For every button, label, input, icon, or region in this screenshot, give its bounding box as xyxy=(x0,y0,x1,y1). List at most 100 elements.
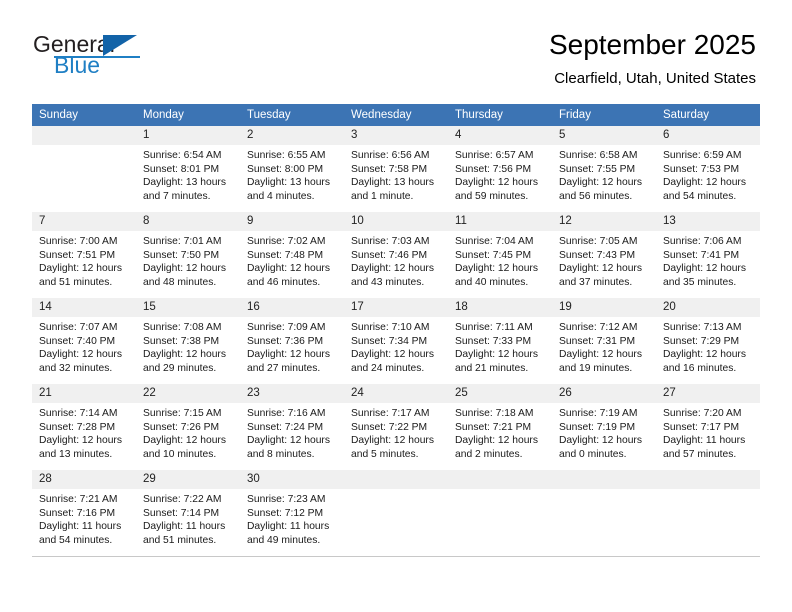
day-details: Sunrise: 6:59 AM Sunset: 7:53 PM Daylight:… xyxy=(656,145,760,203)
day-number: 13 xyxy=(656,212,760,231)
sunrise-text: Sunrise: 6:57 AM xyxy=(455,150,534,161)
day-cell[interactable]: 12 Sunrise: 7:05 AM Sunset: 7:43 PM Dayligh… xyxy=(552,212,656,298)
day-details xyxy=(32,145,136,149)
day-details: Sunrise: 7:08 AM Sunset: 7:38 PM Daylight:… xyxy=(136,317,240,375)
day-cell[interactable]: 29 Sunrise: 7:22 AM Sunset: 7:14 PM Dayligh… xyxy=(136,470,240,556)
week-row: 28 Sunrise: 7:21 AM Sunset: 7:16 PM Dayligh… xyxy=(32,470,760,556)
day-number: 14 xyxy=(32,298,136,317)
day-details xyxy=(552,489,656,493)
sunrise-text: Sunrise: 7:06 AM xyxy=(663,236,742,247)
daylight-text-line1: Daylight: 13 hours xyxy=(143,177,226,189)
day-cell[interactable]: 21 Sunrise: 7:14 AM Sunset: 7:28 PM Dayligh… xyxy=(32,384,136,470)
day-details: Sunrise: 7:21 AM Sunset: 7:16 PM Daylight:… xyxy=(32,489,136,547)
daylight-text-line1: Daylight: 12 hours xyxy=(247,435,330,447)
daylight-text-line1: Daylight: 12 hours xyxy=(143,349,226,361)
day-number: 11 xyxy=(448,212,552,231)
day-cell[interactable]: 23 Sunrise: 7:16 AM Sunset: 7:24 PM Dayligh… xyxy=(240,384,344,470)
day-cell[interactable]: 4 Sunrise: 6:57 AM Sunset: 7:56 PM Daylight… xyxy=(448,126,552,212)
day-cell[interactable] xyxy=(344,470,448,556)
day-cell[interactable] xyxy=(448,470,552,556)
day-number: 9 xyxy=(240,212,344,231)
day-cell[interactable]: 24 Sunrise: 7:17 AM Sunset: 7:22 PM Dayligh… xyxy=(344,384,448,470)
day-cell[interactable]: 19 Sunrise: 7:12 AM Sunset: 7:31 PM Dayligh… xyxy=(552,298,656,384)
day-cell[interactable]: 17 Sunrise: 7:10 AM Sunset: 7:34 PM Dayligh… xyxy=(344,298,448,384)
day-cell[interactable]: 2 Sunrise: 6:55 AM Sunset: 8:00 PM Daylight… xyxy=(240,126,344,212)
day-number: 3 xyxy=(344,126,448,145)
day-number: 17 xyxy=(344,298,448,317)
day-cell[interactable]: 15 Sunrise: 7:08 AM Sunset: 7:38 PM Dayligh… xyxy=(136,298,240,384)
title-block: September 2025 Clearfield, Utah, United … xyxy=(549,28,756,89)
sunrise-text: Sunrise: 7:10 AM xyxy=(351,322,430,333)
day-details: Sunrise: 7:07 AM Sunset: 7:40 PM Daylight:… xyxy=(32,317,136,375)
day-cell[interactable]: 3 Sunrise: 6:56 AM Sunset: 7:58 PM Daylight… xyxy=(344,126,448,212)
day-number: 2 xyxy=(240,126,344,145)
day-cell[interactable]: 6 Sunrise: 6:59 AM Sunset: 7:53 PM Daylight… xyxy=(656,126,760,212)
day-cell[interactable] xyxy=(32,126,136,212)
sunset-text: Sunset: 7:12 PM xyxy=(247,507,324,519)
daylight-text-line1: Daylight: 12 hours xyxy=(559,349,642,361)
daylight-text-line2: and 13 minutes. xyxy=(39,448,113,460)
day-number xyxy=(32,126,136,145)
day-number: 22 xyxy=(136,384,240,403)
brand-logo[interactable]: General Blue xyxy=(33,32,153,80)
day-cell[interactable]: 9 Sunrise: 7:02 AM Sunset: 7:48 PM Daylight… xyxy=(240,212,344,298)
daylight-text-line1: Daylight: 13 hours xyxy=(351,177,434,189)
day-cell[interactable]: 14 Sunrise: 7:07 AM Sunset: 7:40 PM Dayligh… xyxy=(32,298,136,384)
daylight-text-line2: and 43 minutes. xyxy=(351,276,425,288)
day-number: 24 xyxy=(344,384,448,403)
day-cell[interactable] xyxy=(552,470,656,556)
day-number xyxy=(448,470,552,489)
daylight-text-line2: and 49 minutes. xyxy=(247,534,321,546)
day-cell[interactable]: 22 Sunrise: 7:15 AM Sunset: 7:26 PM Dayligh… xyxy=(136,384,240,470)
day-cell[interactable]: 16 Sunrise: 7:09 AM Sunset: 7:36 PM Dayligh… xyxy=(240,298,344,384)
day-cell[interactable]: 20 Sunrise: 7:13 AM Sunset: 7:29 PM Dayligh… xyxy=(656,298,760,384)
day-cell[interactable]: 27 Sunrise: 7:20 AM Sunset: 7:17 PM Dayligh… xyxy=(656,384,760,470)
day-details: Sunrise: 7:13 AM Sunset: 7:29 PM Daylight:… xyxy=(656,317,760,375)
day-details: Sunrise: 7:10 AM Sunset: 7:34 PM Daylight:… xyxy=(344,317,448,375)
day-details: Sunrise: 6:55 AM Sunset: 8:00 PM Daylight:… xyxy=(240,145,344,203)
sunrise-text: Sunrise: 7:18 AM xyxy=(455,408,534,419)
sunrise-text: Sunrise: 7:23 AM xyxy=(247,494,326,505)
sunset-text: Sunset: 7:48 PM xyxy=(247,249,324,261)
day-cell[interactable]: 18 Sunrise: 7:11 AM Sunset: 7:33 PM Dayligh… xyxy=(448,298,552,384)
daylight-text-line1: Daylight: 12 hours xyxy=(663,263,746,275)
day-cell[interactable]: 7 Sunrise: 7:00 AM Sunset: 7:51 PM Daylight… xyxy=(32,212,136,298)
day-cell[interactable]: 30 Sunrise: 7:23 AM Sunset: 7:12 PM Dayligh… xyxy=(240,470,344,556)
day-number: 10 xyxy=(344,212,448,231)
day-cell[interactable]: 8 Sunrise: 7:01 AM Sunset: 7:50 PM Daylight… xyxy=(136,212,240,298)
day-cell[interactable]: 26 Sunrise: 7:19 AM Sunset: 7:19 PM Dayligh… xyxy=(552,384,656,470)
day-number: 23 xyxy=(240,384,344,403)
daylight-text-line2: and 40 minutes. xyxy=(455,276,529,288)
day-details: Sunrise: 7:05 AM Sunset: 7:43 PM Daylight:… xyxy=(552,231,656,289)
daylight-text-line1: Daylight: 12 hours xyxy=(455,177,538,189)
sunrise-text: Sunrise: 7:16 AM xyxy=(247,408,326,419)
daylight-text-line2: and 1 minute. xyxy=(351,190,414,202)
daylight-text-line2: and 56 minutes. xyxy=(559,190,633,202)
column-header-sunday: Sunday xyxy=(32,104,136,126)
day-details: Sunrise: 7:00 AM Sunset: 7:51 PM Daylight:… xyxy=(32,231,136,289)
sunset-text: Sunset: 7:53 PM xyxy=(663,163,740,175)
column-header-thursday: Thursday xyxy=(448,104,552,126)
day-cell[interactable]: 1 Sunrise: 6:54 AM Sunset: 8:01 PM Daylight… xyxy=(136,126,240,212)
day-number: 6 xyxy=(656,126,760,145)
day-details xyxy=(656,489,760,493)
day-details: Sunrise: 7:23 AM Sunset: 7:12 PM Daylight:… xyxy=(240,489,344,547)
daylight-text-line2: and 24 minutes. xyxy=(351,362,425,374)
day-cell[interactable] xyxy=(656,470,760,556)
day-details: Sunrise: 7:16 AM Sunset: 7:24 PM Daylight:… xyxy=(240,403,344,461)
day-cell[interactable]: 10 Sunrise: 7:03 AM Sunset: 7:46 PM Dayligh… xyxy=(344,212,448,298)
day-cell[interactable]: 11 Sunrise: 7:04 AM Sunset: 7:45 PM Dayligh… xyxy=(448,212,552,298)
sunset-text: Sunset: 7:24 PM xyxy=(247,421,324,433)
daylight-text-line1: Daylight: 12 hours xyxy=(351,263,434,275)
day-cell[interactable]: 13 Sunrise: 7:06 AM Sunset: 7:41 PM Dayligh… xyxy=(656,212,760,298)
sunset-text: Sunset: 8:01 PM xyxy=(143,163,220,175)
sunrise-text: Sunrise: 7:15 AM xyxy=(143,408,222,419)
sunrise-text: Sunrise: 6:59 AM xyxy=(663,150,742,161)
day-cell[interactable]: 28 Sunrise: 7:21 AM Sunset: 7:16 PM Dayligh… xyxy=(32,470,136,556)
day-cell[interactable]: 5 Sunrise: 6:58 AM Sunset: 7:55 PM Daylight… xyxy=(552,126,656,212)
day-number: 1 xyxy=(136,126,240,145)
day-details: Sunrise: 7:11 AM Sunset: 7:33 PM Daylight:… xyxy=(448,317,552,375)
daylight-text-line1: Daylight: 12 hours xyxy=(247,263,330,275)
column-header-monday: Monday xyxy=(136,104,240,126)
day-cell[interactable]: 25 Sunrise: 7:18 AM Sunset: 7:21 PM Dayligh… xyxy=(448,384,552,470)
